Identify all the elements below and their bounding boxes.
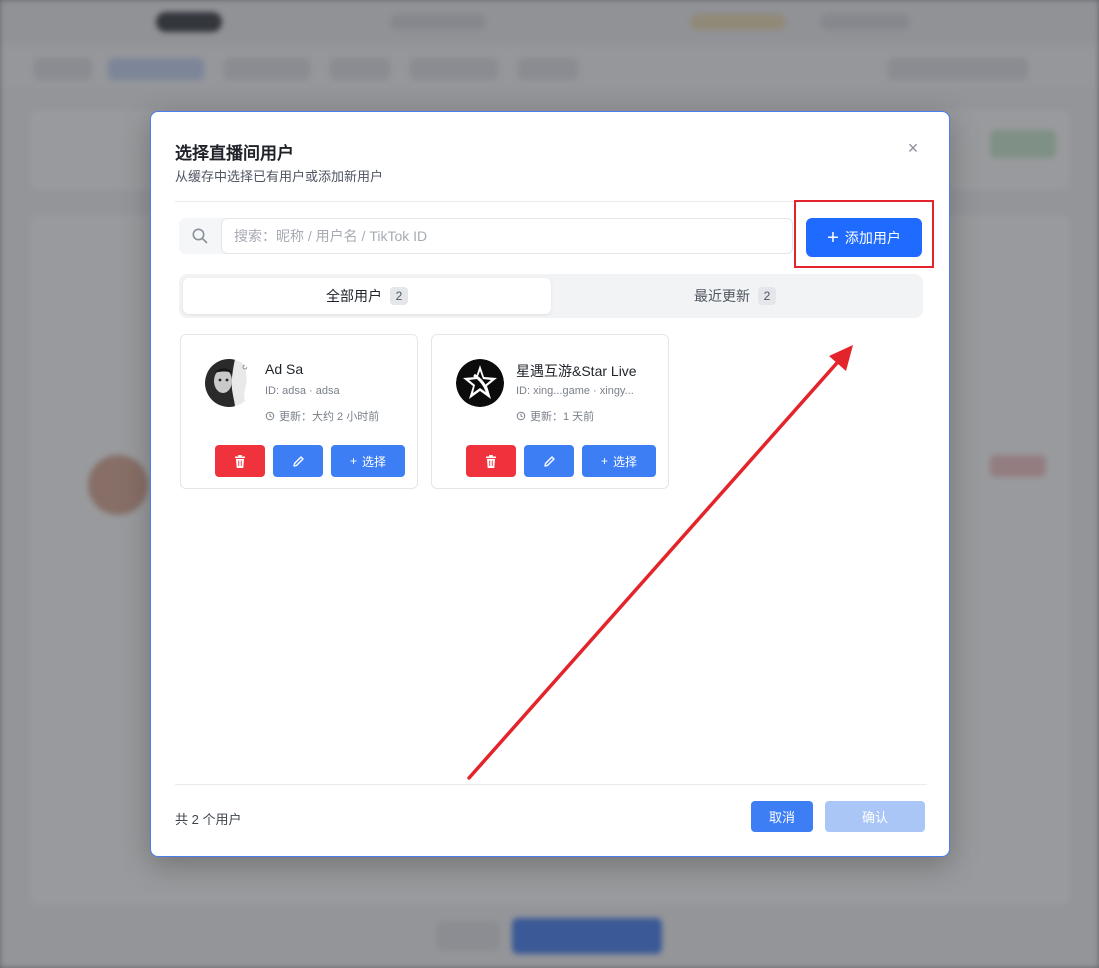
user-updated-text: 更新：大约 2 小时前 <box>279 411 380 423</box>
user-updated-text: 更新：1 天前 <box>530 411 595 423</box>
delete-user-button[interactable] <box>215 445 265 477</box>
pencil-icon <box>292 455 304 467</box>
close-icon[interactable]: × <box>903 138 923 158</box>
tab-label: 全部用户 <box>326 288 382 304</box>
plus-icon: + <box>600 454 608 468</box>
user-name: 星遇互游&Star Live <box>516 363 637 379</box>
trash-icon <box>235 454 245 468</box>
dialog-subtitle: 从缓存中选择已有用户或添加新用户 <box>175 169 384 184</box>
tab-all-users[interactable]: 全部用户 2 <box>183 278 551 314</box>
cancel-button[interactable]: 取消 <box>751 801 813 832</box>
card-actions: + 选择 <box>215 445 407 477</box>
annotation-highlight-box <box>794 200 934 268</box>
user-updated: 更新：大约 2 小时前 <box>265 408 379 424</box>
tab-label: 最近更新 <box>694 288 750 304</box>
user-count-text: 共 2 个用户 <box>175 812 242 827</box>
select-label: 选择 <box>362 454 387 469</box>
tab-count-badge: 2 <box>758 287 776 305</box>
user-card: 星遇互游&Star Live ID: xing...game · xingy..… <box>431 334 669 489</box>
confirm-button[interactable]: 确认 <box>825 801 925 832</box>
search-bar <box>179 218 793 254</box>
user-tabs: 全部用户 2 最近更新 2 <box>179 274 923 318</box>
card-actions: + 选择 <box>466 445 658 477</box>
avatar <box>456 359 504 407</box>
plus-icon: + <box>349 454 357 468</box>
avatar <box>205 359 253 407</box>
tab-recently-updated[interactable]: 最近更新 2 <box>551 278 919 314</box>
select-user-dialog: 选择直播间用户 从缓存中选择已有用户或添加新用户 × + 添加用户 全部用户 2… <box>150 111 950 857</box>
edit-user-button[interactable] <box>524 445 574 477</box>
search-input[interactable] <box>221 218 793 254</box>
clock-icon <box>265 411 275 421</box>
trash-icon <box>486 454 496 468</box>
divider <box>175 784 927 785</box>
user-id: ID: adsa · adsa <box>265 385 340 397</box>
edit-user-button[interactable] <box>273 445 323 477</box>
delete-user-button[interactable] <box>466 445 516 477</box>
search-icon <box>192 228 208 244</box>
user-name: Ad Sa <box>265 361 304 377</box>
select-label: 选择 <box>613 454 638 469</box>
user-card: Ad Sa ID: adsa · adsa 更新：大约 2 小时前 + 选择 <box>180 334 418 489</box>
select-user-button[interactable]: + 选择 <box>331 445 405 477</box>
dialog-title: 选择直播间用户 <box>175 144 294 163</box>
user-id: ID: xing...game · xingy... <box>516 385 634 397</box>
user-updated: 更新：1 天前 <box>516 408 594 424</box>
pencil-icon <box>543 455 555 467</box>
clock-icon <box>516 411 526 421</box>
select-user-button[interactable]: + 选择 <box>582 445 656 477</box>
tab-count-badge: 2 <box>390 287 408 305</box>
